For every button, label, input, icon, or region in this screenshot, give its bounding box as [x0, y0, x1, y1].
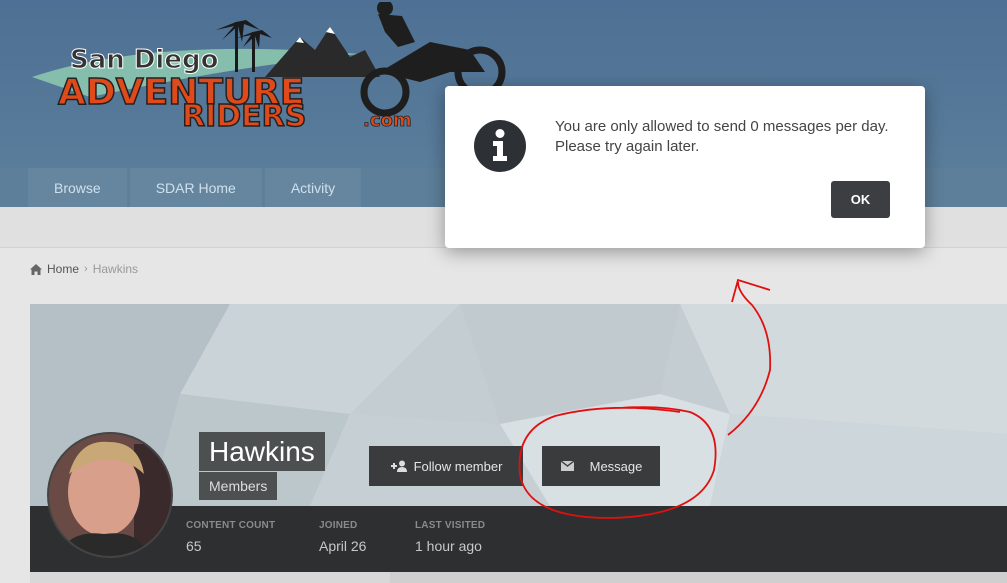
- stat-value: April 26: [319, 538, 367, 554]
- breadcrumb-current: Hawkins: [92, 262, 139, 276]
- logo-text-san-diego: San Diego: [70, 45, 218, 75]
- stat-label: LAST VISITED: [415, 520, 486, 531]
- alert-dialog: You are only allowed to send 0 messages …: [445, 86, 925, 248]
- stat-value: 1 hour ago: [415, 538, 482, 554]
- message-button[interactable]: Message: [542, 446, 660, 486]
- stat-content-count: CONTENT COUNT 65: [186, 520, 275, 554]
- site-logo[interactable]: San Diego ADVENTURE RIDERS .com: [30, 2, 510, 132]
- main-nav: Browse SDAR Home Activity: [28, 168, 362, 207]
- nav-tab-sdar-home[interactable]: SDAR Home: [129, 168, 262, 207]
- logo-text-com: .com: [363, 110, 412, 131]
- message-label: Message: [589, 458, 643, 474]
- breadcrumb-home-link[interactable]: Home: [47, 262, 79, 276]
- avatar[interactable]: [47, 432, 173, 558]
- stat-joined: JOINED April 26: [319, 520, 366, 554]
- nav-tab-activity[interactable]: Activity: [264, 168, 362, 207]
- breadcrumb: Home › Hawkins: [30, 262, 138, 276]
- profile-group: Members: [199, 472, 278, 500]
- follow-member-label: Follow member: [413, 458, 503, 474]
- info-icon: [474, 120, 526, 172]
- stat-last-visited: LAST VISITED 1 hour ago: [415, 520, 485, 554]
- ok-button[interactable]: OK: [831, 181, 890, 218]
- content-area-right: [390, 572, 1007, 583]
- arrowhead-annotation: [731, 278, 771, 303]
- stat-label: CONTENT COUNT: [186, 520, 276, 531]
- alert-message: You are only allowed to send 0 messages …: [555, 118, 889, 155]
- logo-text-riders: RIDERS: [182, 99, 306, 132]
- breadcrumb-separator-icon: ›: [84, 263, 88, 275]
- stat-value: 65: [186, 538, 202, 554]
- add-user-icon: [390, 460, 407, 472]
- nav-tab-browse[interactable]: Browse: [28, 168, 127, 207]
- follow-member-button[interactable]: Follow member: [369, 446, 523, 486]
- profile-stats-bar: [30, 506, 1007, 572]
- home-icon: [30, 263, 42, 275]
- stat-label: JOINED: [319, 520, 358, 531]
- envelope-icon: [560, 460, 575, 471]
- profile-name: Hawkins: [199, 432, 325, 471]
